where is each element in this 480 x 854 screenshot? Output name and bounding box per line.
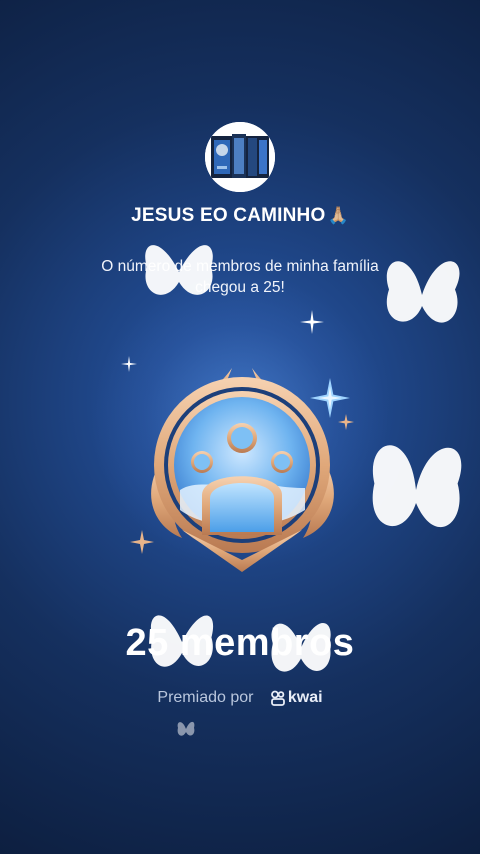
sparkle-icon: [300, 310, 324, 334]
kwai-logo-icon: [271, 690, 285, 706]
butterfly-icon: [372, 445, 462, 528]
members-count: 25 membros: [125, 622, 355, 664]
praying-hands-emoji: 🙏🏼: [327, 206, 349, 225]
achievement-message-line-1: O número de membros de minha família: [101, 258, 379, 275]
achievement-message: O número de membros de minha família che…: [60, 256, 420, 298]
awarded-by-label: Premiado por: [157, 689, 254, 706]
kwai-logo: kwai: [270, 689, 323, 707]
butterfly-icon: [145, 245, 213, 295]
profile-avatar[interactable]: [205, 122, 275, 192]
butterfly-icon: [177, 721, 195, 736]
kwai-brand-text: kwai: [287, 689, 323, 706]
butterfly-icon: [386, 261, 460, 323]
achievement-message-line-2: chegou a 25!: [195, 279, 285, 296]
awarded-by: Premiado por kwai: [0, 689, 480, 707]
sparkle-icon: [121, 356, 137, 372]
sparkle-icon: [310, 378, 350, 418]
sparkle-icon: [130, 530, 154, 554]
profile-name: JESUS EO CAMINHO 🙏🏼: [0, 205, 480, 227]
